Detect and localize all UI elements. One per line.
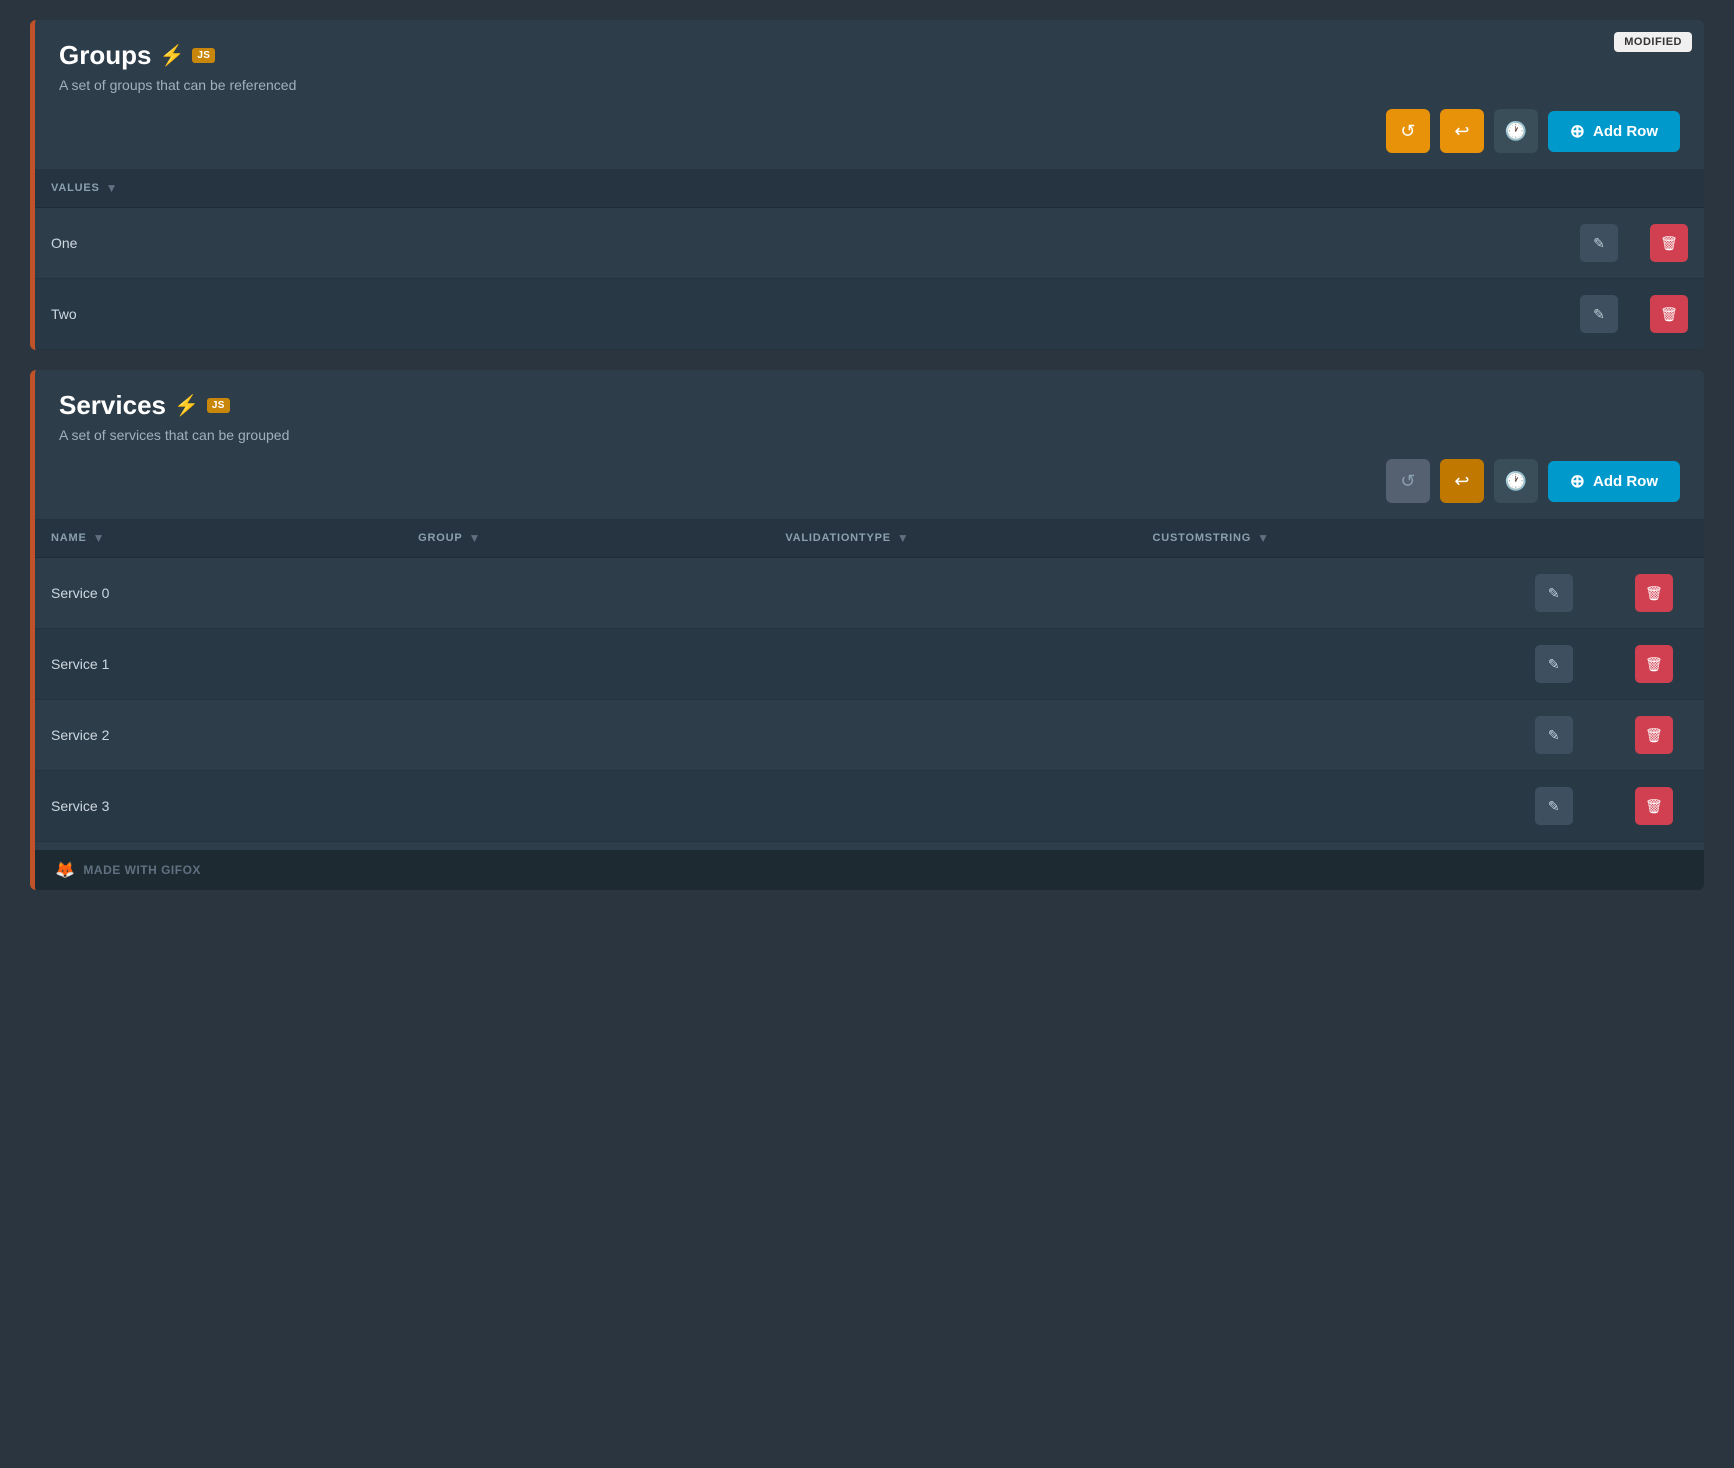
groups-row1-edit-button[interactable]: ✎ (1580, 295, 1618, 333)
table-row: One ✎ 🗑 (35, 208, 1704, 279)
groups-col-values: VALUES ▼ (35, 169, 1564, 208)
groups-row0-value: One (35, 208, 1564, 279)
services-title: Services (59, 390, 166, 421)
customstring-filter-icon[interactable]: ▼ (1257, 531, 1270, 545)
groups-header: MODIFIED Groups ⚡ JS A set of groups tha… (35, 20, 1704, 109)
services-col-customstring: CUSTOMSTRING ▼ (1137, 519, 1504, 558)
groups-row1-delete-cell: 🗑 (1634, 279, 1704, 350)
services-row3-edit-button[interactable]: ✎ (1535, 787, 1573, 825)
services-row3-customstring (1137, 771, 1504, 842)
services-row2-delete-cell: 🗑 (1604, 700, 1704, 771)
services-section: Services ⚡ JS A set of services that can… (30, 370, 1704, 890)
groups-row0-delete-button[interactable]: 🗑 (1650, 224, 1688, 262)
groups-row1-value: Two (35, 279, 1564, 350)
groups-col-action1 (1564, 169, 1634, 208)
services-row1-validationtype (769, 629, 1136, 700)
services-col-name: NAME ▼ (35, 519, 402, 558)
services-undo-button[interactable]: ↩ (1440, 459, 1484, 503)
services-plus-icon: ⊕ (1570, 471, 1585, 492)
groups-actions: ↺ ↩ 🕐 ⊕ Add Row (35, 109, 1704, 169)
groups-refresh-button[interactable]: ↺ (1386, 109, 1430, 153)
services-row2-group (402, 700, 769, 771)
table-row: Service 1 ✎ 🗑 (35, 629, 1704, 700)
services-row0-customstring (1137, 558, 1504, 629)
services-row3-validationtype (769, 771, 1136, 842)
services-row3-edit-cell: ✎ (1504, 771, 1604, 842)
table-row: Service 3 ✎ 🗑 (35, 771, 1704, 842)
services-row2-edit-button[interactable]: ✎ (1535, 716, 1573, 754)
groups-add-row-button[interactable]: ⊕ Add Row (1548, 111, 1680, 152)
groups-title: Groups (59, 40, 151, 71)
groups-row1-delete-button[interactable]: 🗑 (1650, 295, 1688, 333)
services-col-action2 (1604, 519, 1704, 558)
services-row0-validationtype (769, 558, 1136, 629)
modified-badge: MODIFIED (1614, 32, 1692, 52)
services-row0-edit-cell: ✎ (1504, 558, 1604, 629)
services-row3-name: Service 3 (35, 771, 402, 842)
services-row0-delete-button[interactable]: 🗑 (1635, 574, 1673, 612)
services-row2-customstring (1137, 700, 1504, 771)
groups-row0-edit-cell: ✎ (1564, 208, 1634, 279)
groups-table: VALUES ▼ One ✎ 🗑 (35, 169, 1704, 350)
groups-table-header-row: VALUES ▼ (35, 169, 1704, 208)
services-row1-name: Service 1 (35, 629, 402, 700)
services-row3-delete-cell: 🗑 (1604, 771, 1704, 842)
js-badge: JS (192, 48, 215, 63)
groups-description: A set of groups that can be referenced (59, 77, 1680, 93)
services-col-validationtype: VALIDATIONTYPE ▼ (769, 519, 1136, 558)
services-col-action1 (1504, 519, 1604, 558)
services-row2-validationtype (769, 700, 1136, 771)
validationtype-filter-icon[interactable]: ▼ (897, 531, 910, 545)
table-row: Service 2 ✎ 🗑 (35, 700, 1704, 771)
services-row0-group (402, 558, 769, 629)
services-js-badge: JS (207, 398, 230, 413)
services-row1-edit-button[interactable]: ✎ (1535, 645, 1573, 683)
bolt-icon: ⚡ (159, 43, 184, 68)
services-row2-edit-cell: ✎ (1504, 700, 1604, 771)
services-description: A set of services that can be grouped (59, 427, 1680, 443)
services-row1-customstring (1137, 629, 1504, 700)
groups-row0-edit-button[interactable]: ✎ (1580, 224, 1618, 262)
services-row0-edit-button[interactable]: ✎ (1535, 574, 1573, 612)
services-bolt-icon: ⚡ (174, 393, 199, 418)
groups-section: MODIFIED Groups ⚡ JS A set of groups tha… (30, 20, 1704, 350)
name-filter-icon[interactable]: ▼ (93, 531, 106, 545)
services-refresh-button[interactable]: ↺ (1386, 459, 1430, 503)
groups-history-button[interactable]: 🕐 (1494, 109, 1538, 153)
services-header: Services ⚡ JS A set of services that can… (35, 370, 1704, 459)
services-add-row-button[interactable]: ⊕ Add Row (1548, 461, 1680, 502)
footer-label: MADE WITH GIFOX (83, 863, 201, 877)
plus-circle-icon: ⊕ (1570, 121, 1585, 142)
services-row3-delete-button[interactable]: 🗑 (1635, 787, 1673, 825)
groups-row0-delete-cell: 🗑 (1634, 208, 1704, 279)
services-table-header-row: NAME ▼ GROUP ▼ VALIDATIONTYPE ▼ (35, 519, 1704, 558)
services-actions: ↺ ↩ 🕐 ⊕ Add Row (35, 459, 1704, 519)
services-row1-edit-cell: ✎ (1504, 629, 1604, 700)
services-table: NAME ▼ GROUP ▼ VALIDATIONTYPE ▼ (35, 519, 1704, 842)
table-row: Service 0 ✎ 🗑 (35, 558, 1704, 629)
services-row2-delete-button[interactable]: 🗑 (1635, 716, 1673, 754)
services-row0-delete-cell: 🗑 (1604, 558, 1704, 629)
fox-icon: 🦊 (55, 860, 75, 880)
footer-bar: 🦊 MADE WITH GIFOX (35, 850, 1704, 890)
footer-logo: 🦊 MADE WITH GIFOX (55, 860, 201, 880)
groups-row1-edit-cell: ✎ (1564, 279, 1634, 350)
groups-title-row: Groups ⚡ JS (59, 40, 1680, 71)
services-row3-group (402, 771, 769, 842)
table-row: Two ✎ 🗑 (35, 279, 1704, 350)
services-row1-group (402, 629, 769, 700)
services-row0-name: Service 0 (35, 558, 402, 629)
services-row2-name: Service 2 (35, 700, 402, 771)
group-filter-icon[interactable]: ▼ (469, 531, 482, 545)
services-title-row: Services ⚡ JS (59, 390, 1680, 421)
groups-undo-button[interactable]: ↩ (1440, 109, 1484, 153)
values-filter-icon[interactable]: ▼ (106, 181, 119, 195)
services-history-button[interactable]: 🕐 (1494, 459, 1538, 503)
services-row1-delete-cell: 🗑 (1604, 629, 1704, 700)
services-row1-delete-button[interactable]: 🗑 (1635, 645, 1673, 683)
services-col-group: GROUP ▼ (402, 519, 769, 558)
groups-col-action2 (1634, 169, 1704, 208)
